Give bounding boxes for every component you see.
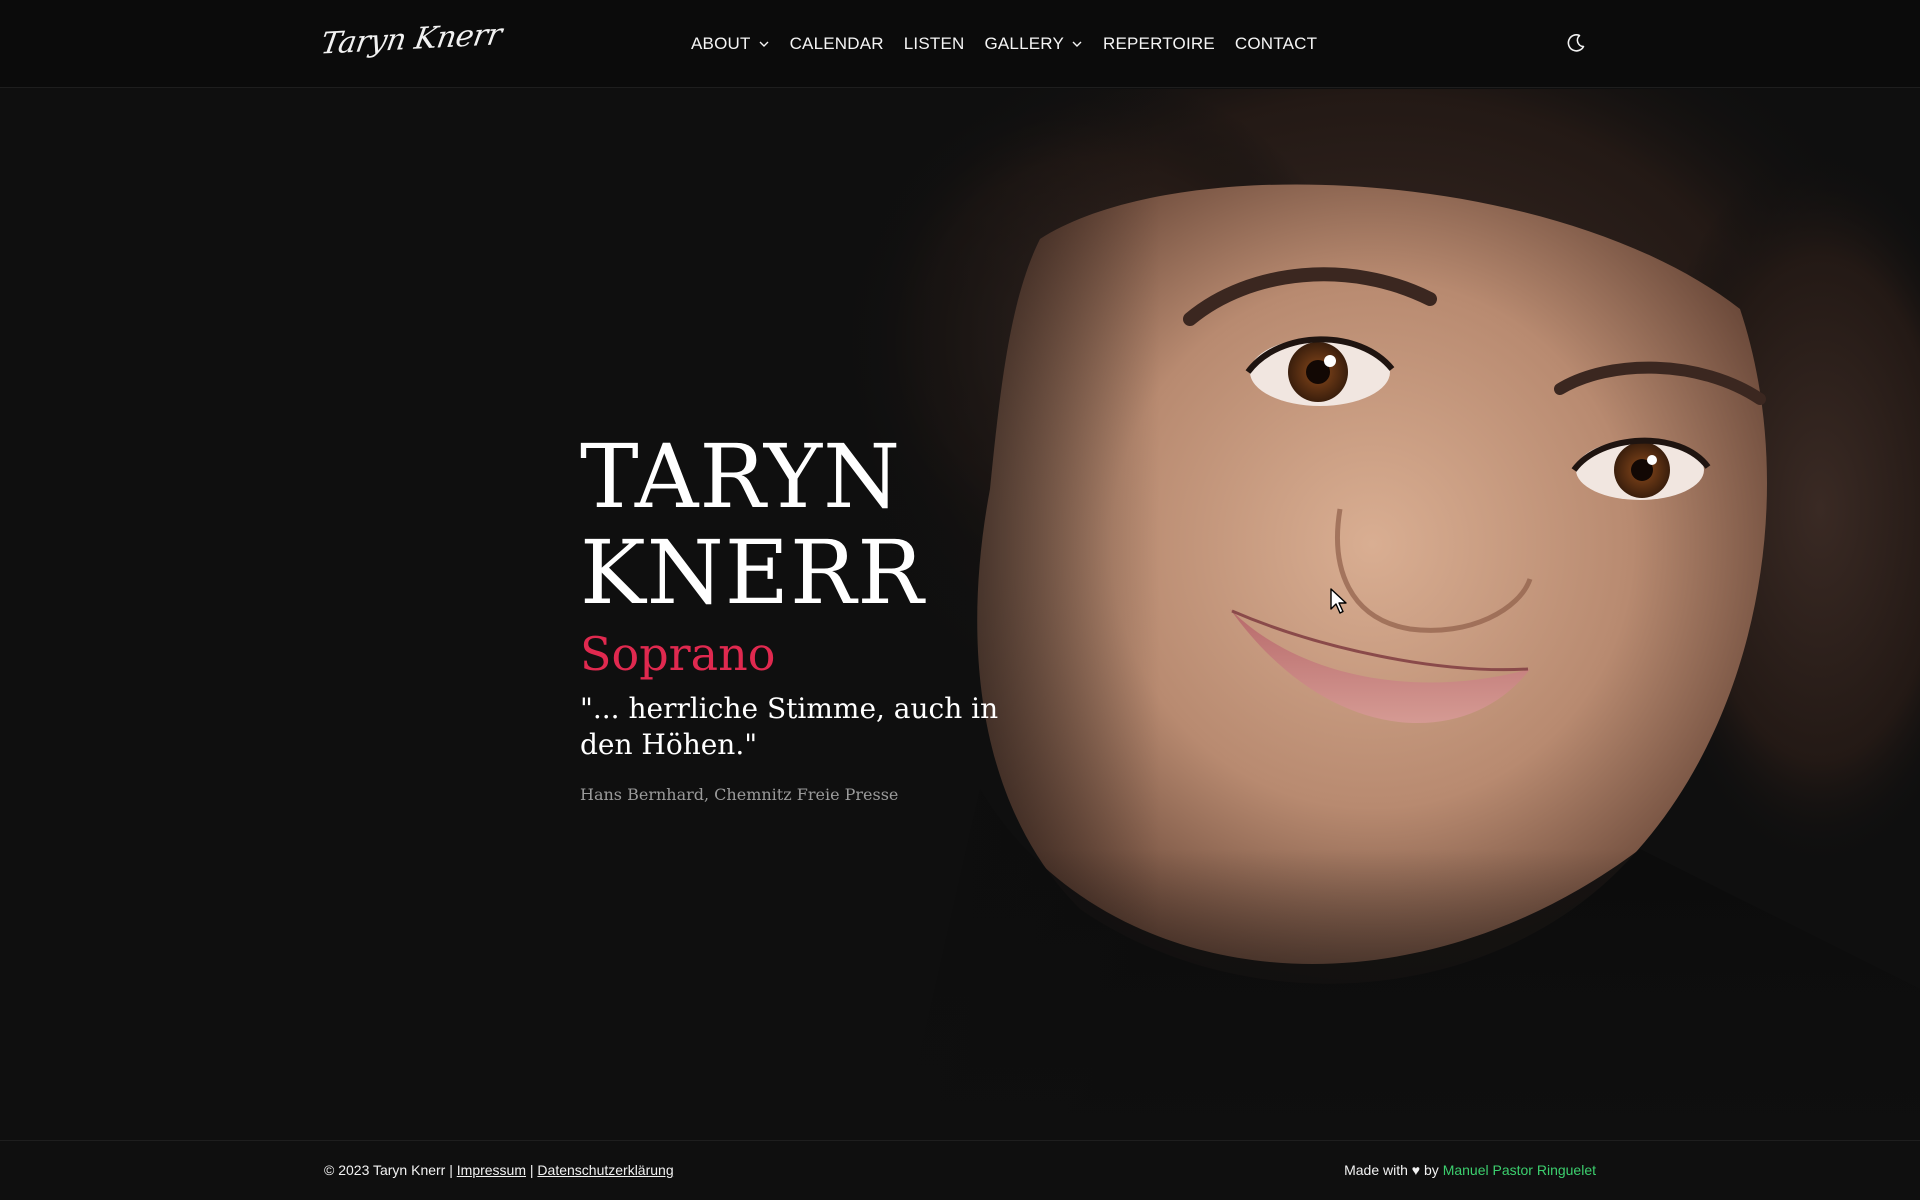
artist-name-line1: TARYN — [580, 425, 902, 528]
site-logo[interactable]: Taryn Knerr — [318, 17, 504, 61]
nav-item-contact[interactable]: CONTACT — [1235, 34, 1317, 54]
nav-item-label: REPERTOIRE — [1103, 34, 1215, 53]
impressum-link[interactable]: Impressum — [457, 1162, 526, 1178]
site-footer: © 2023 Taryn Knerr | Impressum | Datensc… — [0, 1140, 1920, 1200]
hero-text-block: TARYN KNERR Soprano "... herrliche Stimm… — [580, 429, 1000, 805]
heart-icon: ♥ — [1411, 1162, 1421, 1178]
nav-item-calendar[interactable]: CALENDAR — [790, 34, 884, 54]
credit-link[interactable]: Manuel Pastor Ringuelet — [1443, 1162, 1596, 1178]
made-with-text: Made with — [1344, 1162, 1408, 1178]
nav-item-repertoire[interactable]: REPERTOIRE — [1103, 34, 1215, 54]
nav-item-listen[interactable]: LISTEN — [904, 34, 965, 54]
nav-item-label: CONTACT — [1234, 34, 1318, 53]
chevron-down-icon — [1072, 41, 1082, 47]
nav-item-label: LISTEN — [903, 34, 965, 53]
nav-item-label: CALENDAR — [789, 34, 884, 53]
footer-credit: Made with ♥ by Manuel Pastor Ringuelet — [1344, 1162, 1596, 1178]
privacy-link[interactable]: Datenschutzerklärung — [537, 1162, 673, 1178]
site-header: Taryn Knerr ABOUT CALENDAR LISTEN GALLER… — [0, 0, 1920, 88]
moon-icon[interactable] — [1564, 31, 1588, 55]
artist-name: TARYN KNERR — [580, 429, 1000, 621]
mouse-cursor-icon — [1330, 588, 1347, 614]
footer-legal: © 2023 Taryn Knerr | Impressum | Datensc… — [324, 1162, 674, 1178]
main-nav: ABOUT CALENDAR LISTEN GALLERY REPERTOIRE… — [691, 0, 1337, 88]
press-quote: "... herrliche Stimme, auch in den Höhen… — [580, 692, 999, 761]
voice-type: Soprano — [580, 627, 776, 681]
made-with-by: by — [1424, 1162, 1439, 1178]
quote-source: Hans Bernhard, Chemnitz Freie Presse — [580, 785, 899, 804]
nav-item-about[interactable]: ABOUT — [691, 34, 770, 54]
chevron-down-icon — [759, 41, 769, 47]
nav-item-gallery[interactable]: GALLERY — [984, 34, 1083, 54]
copyright-text: © 2023 Taryn Knerr | — [324, 1162, 453, 1178]
hero-section: TARYN KNERR Soprano "... herrliche Stimm… — [0, 89, 1920, 1140]
footer-separator: | — [529, 1162, 534, 1178]
nav-item-label: GALLERY — [984, 34, 1064, 53]
artist-name-line2: KNERR — [580, 521, 925, 624]
nav-item-label: ABOUT — [691, 34, 751, 53]
